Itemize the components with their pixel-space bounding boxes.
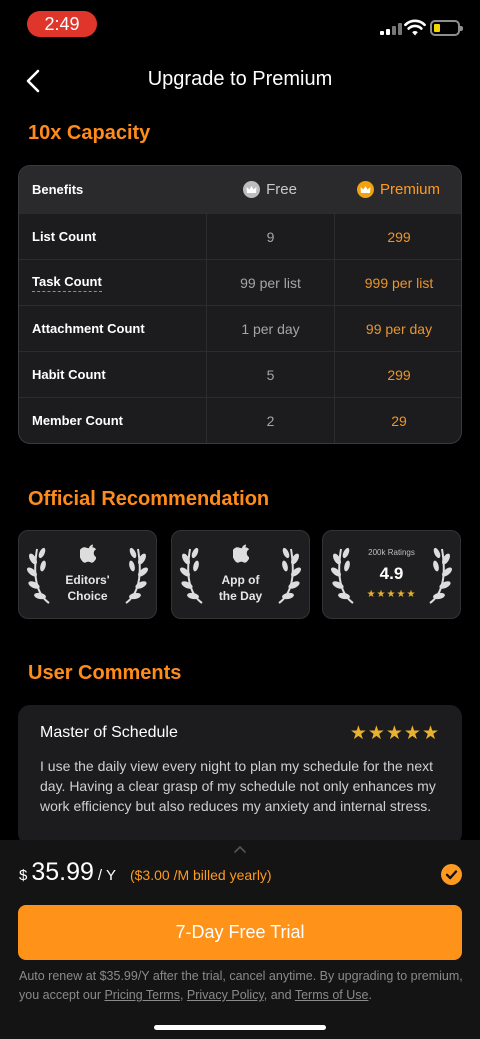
plan-selected-check-icon[interactable] [441,864,462,885]
laurel-right-icon [125,547,148,604]
row-premium-value: 299 [334,214,461,259]
table-row: Attachment Count 1 per day 99 per day [19,305,461,351]
table-row: List Count 9 299 [19,213,461,259]
header-premium-label: Premium [379,181,440,198]
table-header-row: Benefits Free Premium [19,166,461,213]
badge-app-of-the-day: App of the Day [171,530,310,619]
price-billed-note: ($3.00 /M billed yearly) [129,867,272,883]
row-label: Attachment Count [32,321,145,336]
row-free-value: 5 [206,352,334,397]
status-time: 2:49 [27,11,97,37]
comment-stars: ★★★★★ [349,723,440,744]
benefits-table: Benefits Free Premium List Count 9 299 T… [18,165,462,444]
terms-suffix: . [368,988,372,1002]
battery-icon [430,20,463,36]
terms-separator: , [179,988,187,1002]
crown-icon-premium [356,181,374,198]
header-premium: Premium [334,166,461,213]
cellular-signal-icon [380,23,402,35]
privacy-policy-link[interactable]: Privacy Policy [187,988,264,1002]
comment-body: I use the daily view every night to plan… [40,758,436,814]
row-premium-value: 299 [334,352,461,397]
table-row: Task Count 99 per list 999 per list [19,259,461,305]
row-label: Habit Count [32,367,106,382]
header-free: Free [206,166,334,213]
laurel-right-icon [278,547,301,604]
price-period: / Y [97,867,116,884]
page-title: Upgrade to Premium [147,68,333,90]
free-trial-button[interactable]: 7-Day Free Trial [18,905,462,960]
row-premium-value: 99 per day [334,306,461,351]
row-label: Member Count [32,413,123,428]
price-row[interactable]: $ 35.99 / Y ($3.00 /M billed yearly) [19,858,272,894]
terms-text: Auto renew at $35.99/Y after the trial, … [19,967,463,1005]
row-free-value: 9 [206,214,334,259]
row-premium-value: 29 [334,398,461,443]
chevron-up-icon[interactable] [232,844,248,854]
row-premium-value: 999 per list [334,260,461,305]
section-title-recommendation: Official Recommendation [28,488,270,510]
status-bar: 2:49 [0,0,480,48]
purchase-sheet: $ 35.99 / Y ($3.00 /M billed yearly) 7-D… [0,840,480,1039]
table-row: Member Count 2 29 [19,397,461,443]
laurel-right-icon [429,547,452,604]
table-row: Habit Count 5 299 [19,351,461,397]
section-title-comments: User Comments [28,662,182,684]
home-indicator[interactable] [154,1025,326,1030]
comment-title: Master of Schedule [40,724,178,741]
price-currency: $ [19,867,28,884]
badge-editors-choice: Editors' Choice [18,530,157,619]
price-amount: 35.99 [31,858,94,886]
header-free-label: Free [266,181,297,198]
header-benefits: Benefits [32,182,84,197]
row-label: List Count [32,229,97,244]
comment-card: Master of Schedule ★★★★★ I use the daily… [18,705,462,845]
pricing-terms-link[interactable]: Pricing Terms [104,988,179,1002]
wifi-icon [404,19,426,36]
row-free-value: 1 per day [206,306,334,351]
section-title-capacity: 10x Capacity [28,122,151,144]
terms-separator: , and [263,988,295,1002]
row-label[interactable]: Task Count [32,274,102,292]
row-free-value: 2 [206,398,334,443]
row-label-task-count[interactable]: Task Count [32,260,207,305]
crown-icon-free [243,181,261,198]
terms-of-use-link[interactable]: Terms of Use [295,988,369,1002]
badge-rating: 200k Ratings 4.9 ★★★★★ [322,530,461,619]
row-free-value: 99 per list [206,260,334,305]
